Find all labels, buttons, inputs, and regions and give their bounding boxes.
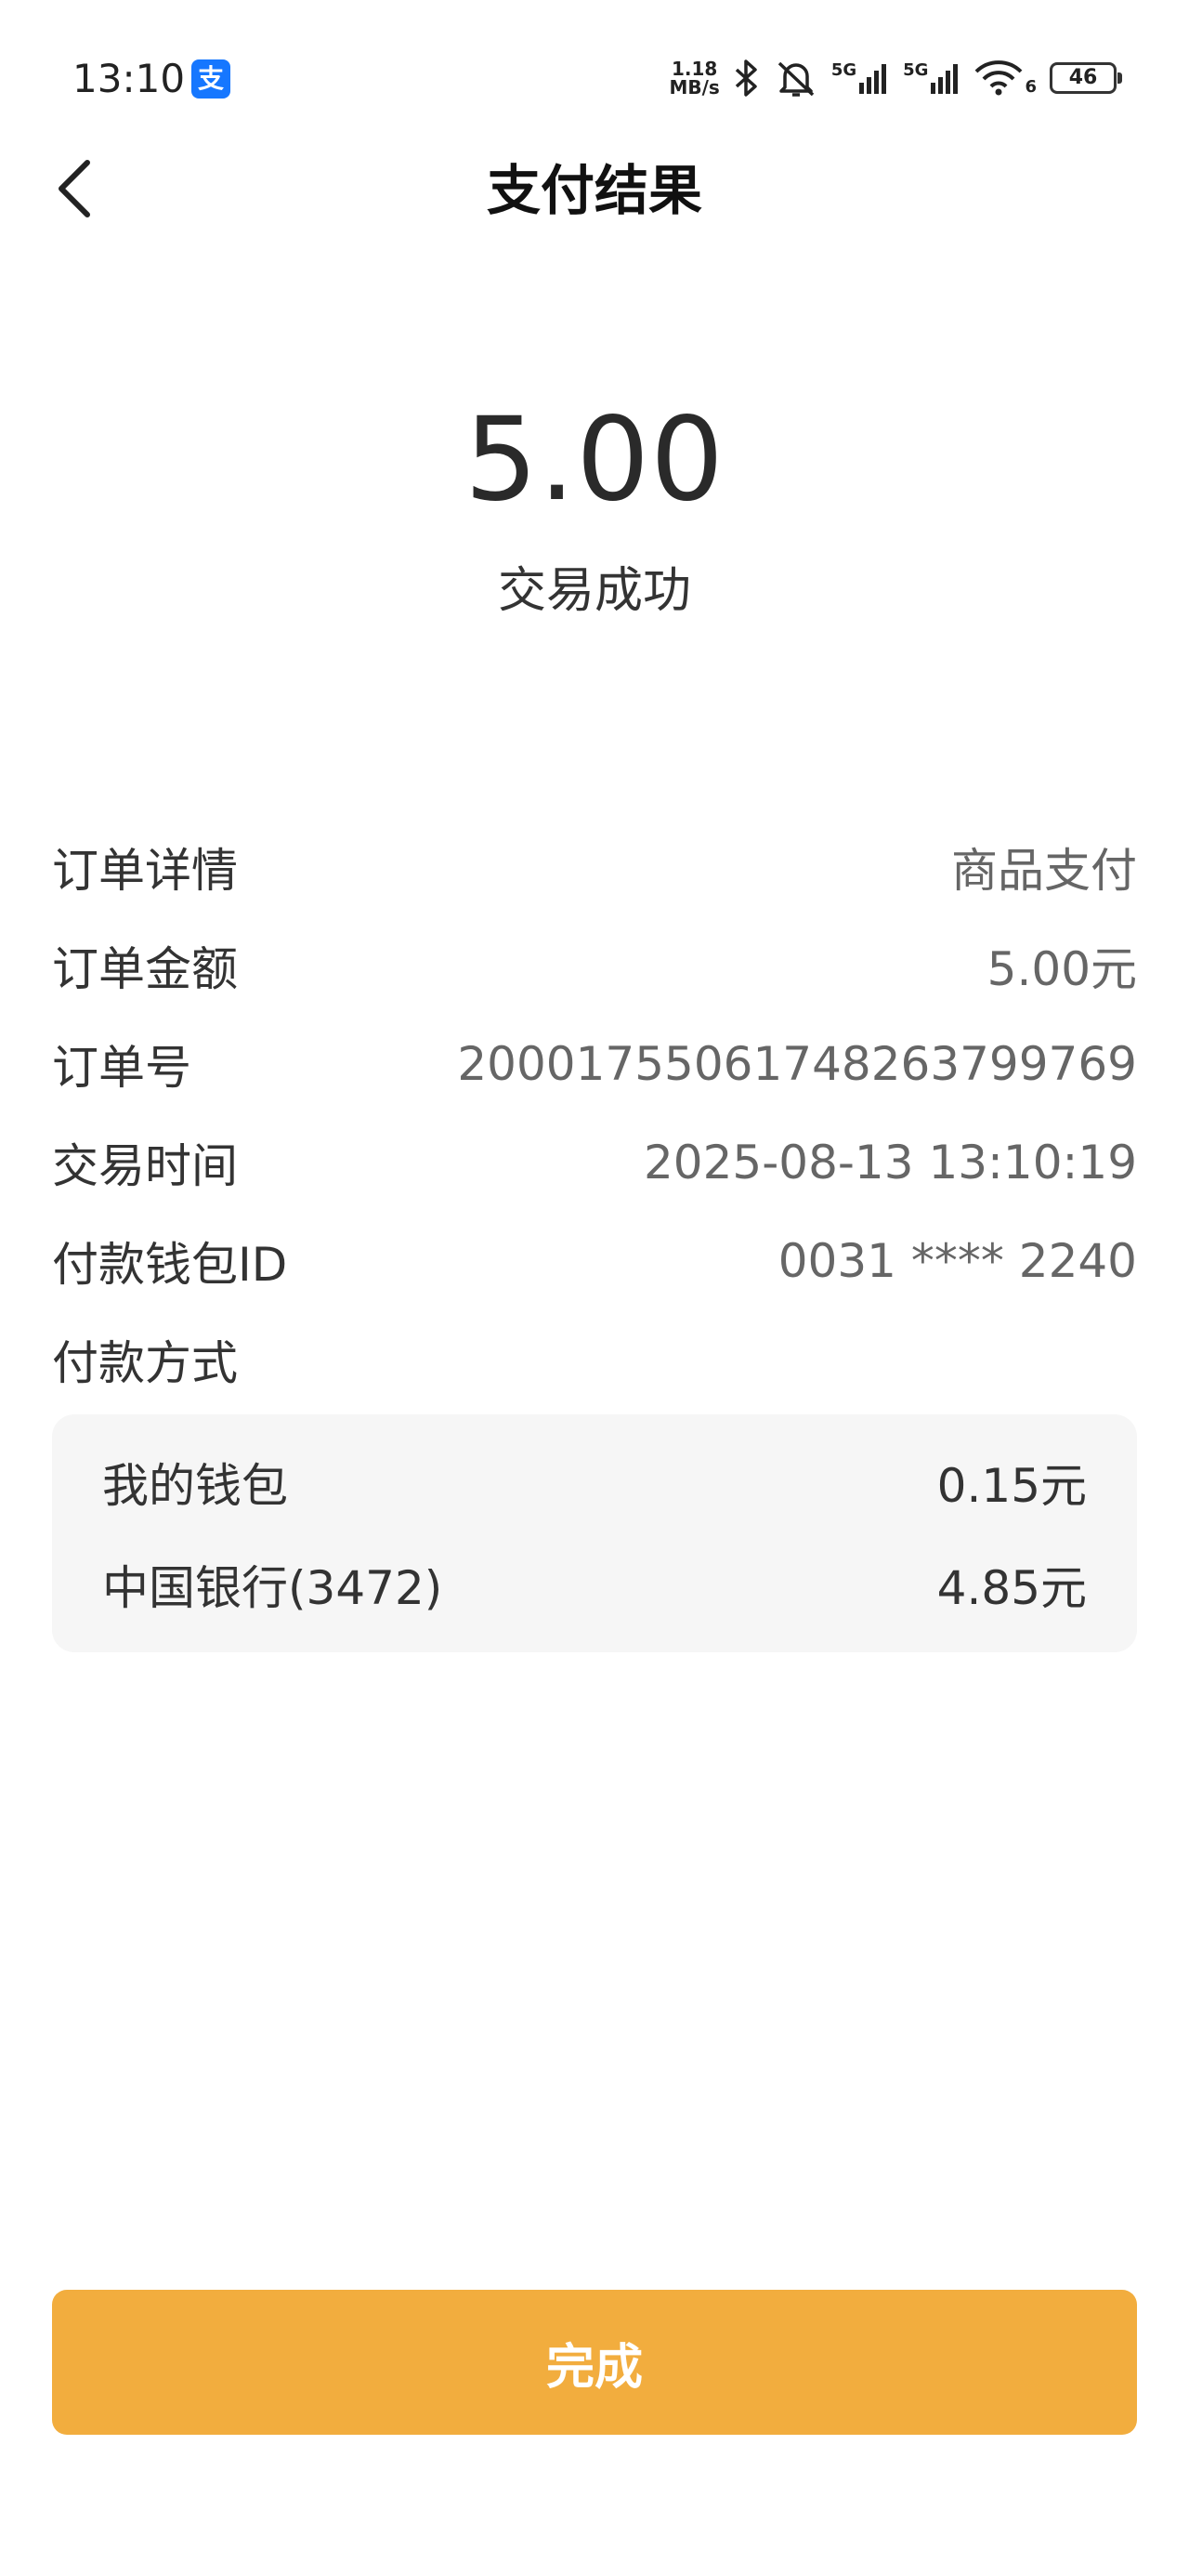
wifi-label: 6 [1025,77,1037,97]
payment-method-row: 中国银行(3472) 4.85元 [102,1533,1087,1636]
network-speed-value: 1.18 [671,58,718,80]
wifi-icon [974,60,1023,96]
status-icons: 1.18 MB/s 5G 5G 6 46 [669,54,1122,102]
wifi-status: 6 [974,60,1037,96]
detail-row-order-detail: 订单详情 商品支付 [52,818,1137,916]
detail-label: 交易时间 [52,1139,238,1193]
back-button[interactable] [37,149,111,232]
detail-row-order-amount: 订单金额 5.00元 [52,916,1137,1015]
signal-icon [930,62,961,94]
payment-method-row: 我的钱包 0.15元 [102,1431,1087,1533]
detail-value: 20001755061748263799769 [457,1037,1137,1091]
detail-label: 付款钱包ID [52,1238,288,1292]
network-speed-unit: MB/s [669,76,720,99]
status-time: 13:10 [72,56,186,101]
status-bar: 13:10 支 1.18 MB/s 5G 5G 6 46 [0,0,1189,158]
detail-label: 订单金额 [52,942,238,996]
payment-method-label: 付款方式 [52,1336,238,1390]
page-title: 支付结果 [486,159,702,222]
payment-status: 交易成功 [497,563,691,619]
payment-result-page: 13:10 支 1.18 MB/s 5G 5G 6 46 支付结果 5.00 交… [0,0,1189,2576]
payment-amount: 5.00 [464,393,725,527]
detail-row-order-number: 订单号 20001755061748263799769 [52,1015,1137,1113]
bluetooth-icon [733,59,761,98]
payment-method-amount: 0.15元 [936,1459,1087,1513]
chevron-left-icon [54,159,95,222]
battery-icon: 46 [1050,62,1122,94]
detail-value: 5.00元 [986,942,1137,996]
detail-value: 0031 **** 2240 [777,1234,1137,1288]
alipay-icon: 支 [191,59,230,99]
network-speed: 1.18 MB/s [669,59,719,97]
sim1-label: 5G [830,60,857,80]
payment-method-name: 中国银行(3472) [102,1561,443,1615]
payment-method-name: 我的钱包 [102,1459,288,1513]
detail-row-transaction-time: 交易时间 2025-08-13 13:10:19 [52,1113,1137,1212]
sim2-signal: 5G [903,62,961,94]
payment-method-amount: 4.85元 [936,1561,1087,1615]
detail-value: 2025-08-13 13:10:19 [643,1136,1137,1189]
detail-label: 订单号 [52,1041,191,1095]
detail-row-wallet-id: 付款钱包ID 0031 **** 2240 [52,1212,1137,1310]
payment-method-box: 我的钱包 0.15元 中国银行(3472) 4.85元 [52,1414,1137,1652]
detail-label: 订单详情 [52,844,238,898]
signal-icon [858,62,890,94]
done-button[interactable]: 完成 [52,2290,1137,2435]
order-details: 订单详情 商品支付 订单金额 5.00元 订单号 200017550617482… [52,818,1137,1652]
sim1-signal: 5G [831,62,890,94]
mute-icon [774,58,818,99]
detail-value: 商品支付 [951,844,1137,898]
sim2-label: 5G [903,60,929,80]
